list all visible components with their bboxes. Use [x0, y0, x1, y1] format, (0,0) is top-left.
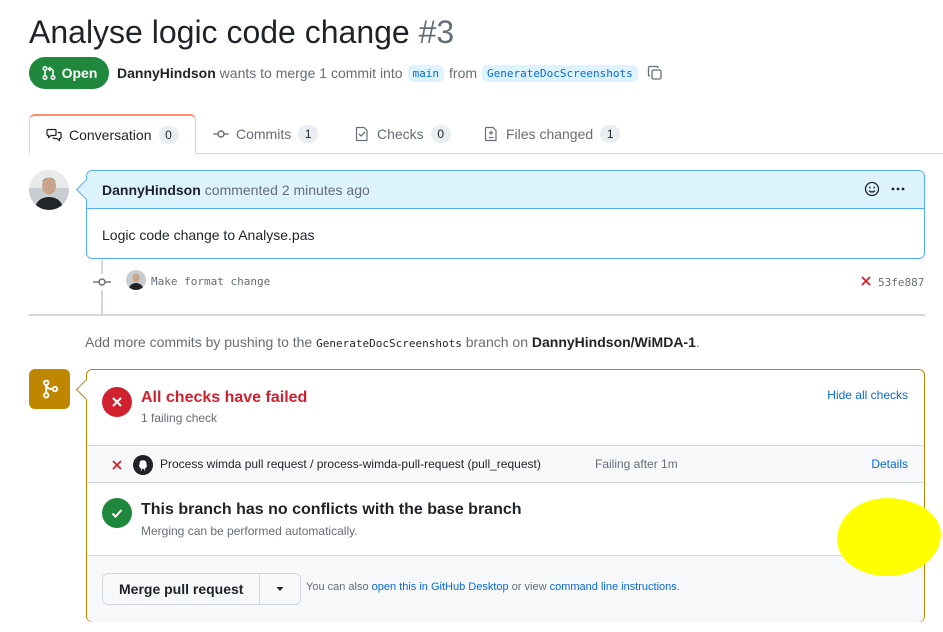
timeline-divider: [29, 314, 925, 316]
push-hint-repo: DannyHindson/WiMDA-1: [531, 334, 696, 350]
footer-middle: or view: [511, 581, 547, 593]
push-hint-branch: GenerateDocScreenshots: [316, 337, 462, 350]
commit-author-avatar[interactable]: [126, 270, 146, 290]
tab-files-label: Files changed: [506, 126, 594, 142]
x-icon: [111, 458, 123, 476]
comment-card: DannyHindson commented 2 minutes ago Log…: [86, 170, 925, 259]
pr-title: Analyse logic code change #3: [29, 12, 454, 52]
check-name: Process wimda pull request / process-wim…: [160, 457, 541, 471]
smiley-icon[interactable]: [864, 181, 880, 200]
pr-state-badge: Open: [29, 57, 109, 89]
conflicts-title: This branch has no conflicts with the ba…: [141, 501, 522, 518]
git-commit-icon: [213, 130, 229, 138]
merge-button-group: Merge pull request: [102, 573, 302, 605]
x-icon[interactable]: [860, 275, 872, 290]
comment-discussion-icon: [46, 128, 62, 142]
x-circle-icon: [102, 387, 132, 417]
merge-footer-text: You can also open this in GitHub Desktop…: [306, 581, 680, 593]
commit-sha[interactable]: 53fe887: [878, 276, 924, 289]
hide-checks-link[interactable]: Hide all checks: [827, 388, 908, 402]
tab-checks-count: 0: [430, 125, 451, 143]
details-link[interactable]: Details: [871, 457, 908, 471]
git-merge-icon: [29, 369, 70, 409]
tab-files-count: 1: [600, 125, 621, 143]
comment-author[interactable]: DannyHindson: [102, 182, 201, 198]
checks-title: All checks have failed: [141, 389, 308, 406]
pr-from-text: from: [449, 65, 478, 81]
pr-author-link[interactable]: DannyHindson: [117, 65, 216, 81]
pr-title-text: Analyse logic code change: [29, 14, 410, 50]
git-commit-icon: [93, 274, 111, 290]
push-hint-suffix: .: [695, 334, 700, 350]
pr-meta-text: wants to merge 1 commit into: [219, 65, 403, 81]
tab-conversation[interactable]: Conversation 0: [29, 114, 196, 154]
pr-state-label: Open: [61, 65, 98, 81]
merge-footer: Merge pull request You can also open thi…: [87, 555, 924, 622]
tab-commits-label: Commits: [236, 126, 292, 142]
comment-author-avatar[interactable]: [29, 170, 69, 210]
comment-header: DannyHindson commented 2 minutes ago: [87, 171, 924, 209]
triangle-down-icon: [276, 587, 284, 591]
checklist-icon: [355, 126, 368, 142]
tab-files-changed[interactable]: Files changed 1: [483, 114, 621, 154]
comment-actions: [864, 181, 906, 200]
check-row: Process wimda pull request / process-wim…: [87, 445, 943, 579]
base-branch[interactable]: main: [407, 64, 445, 82]
merge-box: All checks have failed 1 failing check H…: [86, 369, 943, 622]
tab-commits[interactable]: Commits 1: [213, 114, 319, 154]
check-status: Failing after 1m: [595, 457, 678, 471]
github-icon: [133, 455, 153, 475]
comment-body: Logic code change to Analyse.pas: [102, 227, 315, 243]
tab-checks[interactable]: Checks 0: [354, 114, 451, 154]
comment-timestamp[interactable]: commented 2 minutes ago: [205, 182, 370, 198]
file-diff-icon: [484, 126, 497, 142]
open-desktop-link[interactable]: open this in GitHub Desktop: [372, 581, 509, 593]
copy-icon[interactable]: [647, 65, 663, 81]
merge-method-dropdown[interactable]: [260, 574, 300, 604]
tab-checks-label: Checks: [377, 126, 424, 142]
conflicts-subtitle: Merging can be performed automatically.: [141, 524, 358, 538]
push-hint: Add more commits by pushing to the Gener…: [85, 334, 700, 350]
pr-number: #3: [418, 14, 455, 50]
pr-meta: DannyHindson wants to merge 1 commit int…: [117, 62, 663, 84]
kebab-horizontal-icon[interactable]: [890, 181, 906, 200]
checks-subtitle: 1 failing check: [141, 411, 218, 425]
commit-message[interactable]: Make format change: [151, 275, 270, 288]
tab-conversation-label: Conversation: [69, 126, 152, 143]
push-hint-prefix: Add more commits by pushing to the: [85, 334, 313, 350]
commit-status: 53fe887: [860, 275, 924, 290]
footer-prefix: You can also: [306, 581, 369, 593]
push-hint-middle: branch on: [465, 334, 528, 350]
check-circle-icon: [102, 498, 132, 528]
tab-commits-count: 1: [298, 125, 319, 143]
merge-pull-request-button[interactable]: Merge pull request: [103, 574, 261, 604]
footer-suffix: .: [676, 581, 680, 593]
git-pull-request-icon: [42, 65, 56, 81]
tab-conversation-count: 0: [158, 125, 179, 144]
cli-instructions-link[interactable]: command line instructions: [550, 581, 677, 593]
checks-summary: All checks have failed 1 failing check H…: [87, 370, 924, 445]
head-branch[interactable]: GenerateDocScreenshots: [482, 64, 638, 82]
